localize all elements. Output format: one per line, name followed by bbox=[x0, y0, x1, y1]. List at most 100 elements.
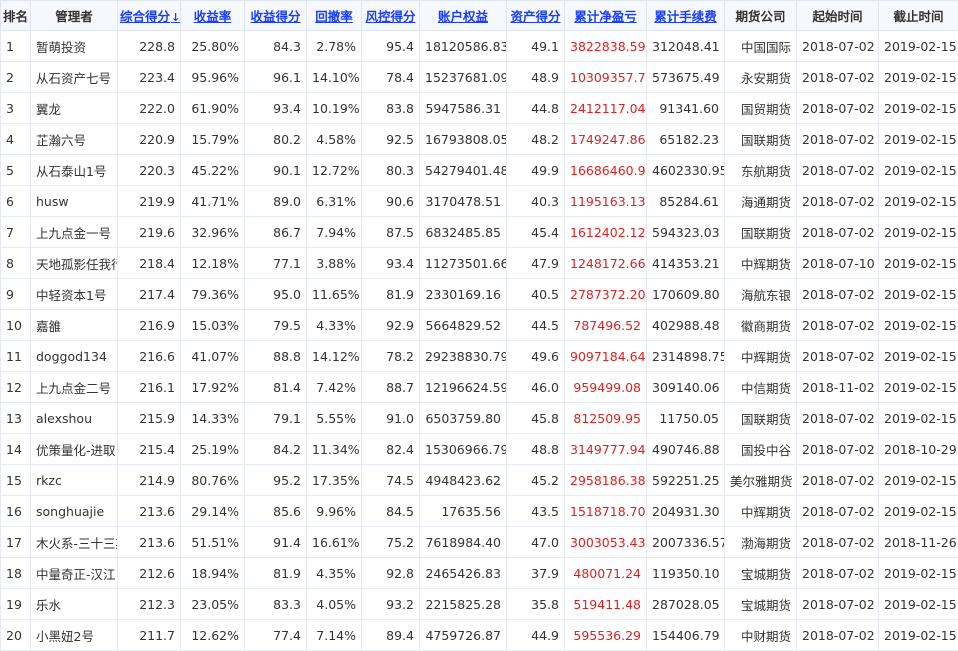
cell-end: 2019-02-15 bbox=[879, 589, 958, 620]
cell-manager: 暂萌投资 bbox=[31, 31, 118, 62]
cell-manager: 芷瀚六号 bbox=[31, 124, 118, 155]
sort-link-asset-score[interactable]: 资产得分 bbox=[510, 9, 560, 24]
cell-fees: 414353.21 bbox=[647, 248, 725, 279]
sort-link-drawdown[interactable]: 回撤率 bbox=[315, 9, 353, 24]
column-header-risk-score[interactable]: 风控得分 bbox=[362, 1, 420, 31]
cell-equity: 17635.56 bbox=[420, 496, 507, 527]
cell-return-rate: 61.90% bbox=[181, 93, 245, 124]
cell-end: 2019-02-15 bbox=[879, 341, 958, 372]
column-header-total-score[interactable]: 综合得分↓ bbox=[118, 1, 181, 31]
cell-fees: 2007336.57 bbox=[647, 527, 725, 558]
cell-manager: 天地孤影任我行 bbox=[31, 248, 118, 279]
column-header-start: 起始时间 bbox=[797, 1, 879, 31]
cell-return-rate: 15.03% bbox=[181, 310, 245, 341]
table-row: 14优策量化-进取215.425.19%84.211.34%82.4153069… bbox=[1, 434, 958, 465]
cell-total-score: 219.6 bbox=[118, 217, 181, 248]
cell-start: 2018-07-02 bbox=[797, 62, 879, 93]
sort-link-return-rate[interactable]: 收益率 bbox=[194, 9, 232, 24]
cell-total-score: 216.6 bbox=[118, 341, 181, 372]
cell-start: 2018-07-02 bbox=[797, 279, 879, 310]
column-header-asset-score[interactable]: 资产得分 bbox=[507, 1, 565, 31]
cell-total-score: 215.9 bbox=[118, 403, 181, 434]
sort-link-equity[interactable]: 账户权益 bbox=[438, 9, 488, 24]
column-header-net-pnl[interactable]: 累计净盈亏 bbox=[565, 1, 647, 31]
column-header-equity[interactable]: 账户权益 bbox=[420, 1, 507, 31]
table-row: 18中量奇正-汉江1号212.618.94%81.94.35%92.824654… bbox=[1, 558, 958, 589]
cell-end: 2019-02-15 bbox=[879, 310, 958, 341]
cell-total-score: 216.9 bbox=[118, 310, 181, 341]
cell-return-rate: 32.96% bbox=[181, 217, 245, 248]
cell-total-score: 213.6 bbox=[118, 527, 181, 558]
cell-drawdown: 6.31% bbox=[307, 186, 362, 217]
cell-manager: 优策量化-进取 bbox=[31, 434, 118, 465]
cell-equity: 5947586.31 bbox=[420, 93, 507, 124]
sort-link-risk-score[interactable]: 风控得分 bbox=[365, 9, 415, 24]
table-row: 16songhuajie213.629.14%85.69.96%84.51763… bbox=[1, 496, 958, 527]
column-header-fees[interactable]: 累计手续费 bbox=[647, 1, 725, 31]
cell-start: 2018-07-02 bbox=[797, 93, 879, 124]
cell-net-pnl: 1518718.70 bbox=[565, 496, 647, 527]
cell-return-rate: 79.36% bbox=[181, 279, 245, 310]
cell-fees: 309140.06 bbox=[647, 372, 725, 403]
table-row: 2从石资产七号223.495.96%96.114.10%78.415237681… bbox=[1, 62, 958, 93]
cell-rank: 2 bbox=[1, 62, 31, 93]
cell-fees: 2314898.75 bbox=[647, 341, 725, 372]
cell-asset-score: 49.9 bbox=[507, 155, 565, 186]
cell-start: 2018-07-02 bbox=[797, 434, 879, 465]
cell-risk-score: 93.2 bbox=[362, 589, 420, 620]
cell-risk-score: 78.2 bbox=[362, 341, 420, 372]
cell-equity: 6832485.85 bbox=[420, 217, 507, 248]
column-header-drawdown[interactable]: 回撤率 bbox=[307, 1, 362, 31]
table-row: 5从石泰山1号220.345.22%90.112.72%80.354279401… bbox=[1, 155, 958, 186]
cell-return-score: 79.1 bbox=[245, 403, 307, 434]
cell-rank: 15 bbox=[1, 465, 31, 496]
cell-end: 2019-02-15 bbox=[879, 558, 958, 589]
cell-end: 2019-02-15 bbox=[879, 248, 958, 279]
cell-start: 2018-07-02 bbox=[797, 496, 879, 527]
cell-equity: 12196624.59 bbox=[420, 372, 507, 403]
cell-return-rate: 41.71% bbox=[181, 186, 245, 217]
cell-broker: 徽商期货 bbox=[725, 310, 797, 341]
cell-total-score: 216.1 bbox=[118, 372, 181, 403]
sort-link-total-score[interactable]: 综合得分 bbox=[120, 9, 170, 24]
cell-end: 2019-02-15 bbox=[879, 62, 958, 93]
cell-fees: 592251.25 bbox=[647, 465, 725, 496]
cell-return-score: 89.0 bbox=[245, 186, 307, 217]
cell-asset-score: 46.0 bbox=[507, 372, 565, 403]
column-header-return-score[interactable]: 收益得分 bbox=[245, 1, 307, 31]
cell-equity: 16793808.05 bbox=[420, 124, 507, 155]
cell-return-score: 96.1 bbox=[245, 62, 307, 93]
cell-risk-score: 83.8 bbox=[362, 93, 420, 124]
table-body: 1暂萌投资228.825.80%84.32.78%95.418120586.83… bbox=[1, 31, 958, 651]
cell-manager: husw bbox=[31, 186, 118, 217]
cell-net-pnl: 480071.24 bbox=[565, 558, 647, 589]
cell-risk-score: 92.8 bbox=[362, 558, 420, 589]
sort-link-return-score[interactable]: 收益得分 bbox=[250, 9, 300, 24]
table-row: 7上九点金一号219.632.96%86.77.94%87.56832485.8… bbox=[1, 217, 958, 248]
cell-manager: rkzc bbox=[31, 465, 118, 496]
cell-drawdown: 7.94% bbox=[307, 217, 362, 248]
cell-rank: 8 bbox=[1, 248, 31, 279]
cell-equity: 3170478.51 bbox=[420, 186, 507, 217]
cell-risk-score: 91.0 bbox=[362, 403, 420, 434]
cell-start: 2018-07-02 bbox=[797, 527, 879, 558]
cell-return-score: 88.8 bbox=[245, 341, 307, 372]
sort-link-net-pnl[interactable]: 累计净盈亏 bbox=[574, 9, 637, 24]
cell-equity: 7618984.40 bbox=[420, 527, 507, 558]
cell-return-rate: 41.07% bbox=[181, 341, 245, 372]
sort-link-fees[interactable]: 累计手续费 bbox=[654, 9, 717, 24]
cell-net-pnl: 2958186.38 bbox=[565, 465, 647, 496]
column-header-manager: 管理者 bbox=[31, 1, 118, 31]
cell-manager: 木火系-三十三期 bbox=[31, 527, 118, 558]
table-row: 1暂萌投资228.825.80%84.32.78%95.418120586.83… bbox=[1, 31, 958, 62]
cell-equity: 15306966.79 bbox=[420, 434, 507, 465]
cell-end: 2019-02-15 bbox=[879, 186, 958, 217]
table-row: 12上九点金二号216.117.92%81.47.42%88.712196624… bbox=[1, 372, 958, 403]
column-header-return-rate[interactable]: 收益率 bbox=[181, 1, 245, 31]
cell-return-score: 91.4 bbox=[245, 527, 307, 558]
cell-return-score: 86.7 bbox=[245, 217, 307, 248]
cell-drawdown: 11.65% bbox=[307, 279, 362, 310]
cell-asset-score: 49.6 bbox=[507, 341, 565, 372]
cell-start: 2018-07-02 bbox=[797, 341, 879, 372]
cell-total-score: 212.3 bbox=[118, 589, 181, 620]
